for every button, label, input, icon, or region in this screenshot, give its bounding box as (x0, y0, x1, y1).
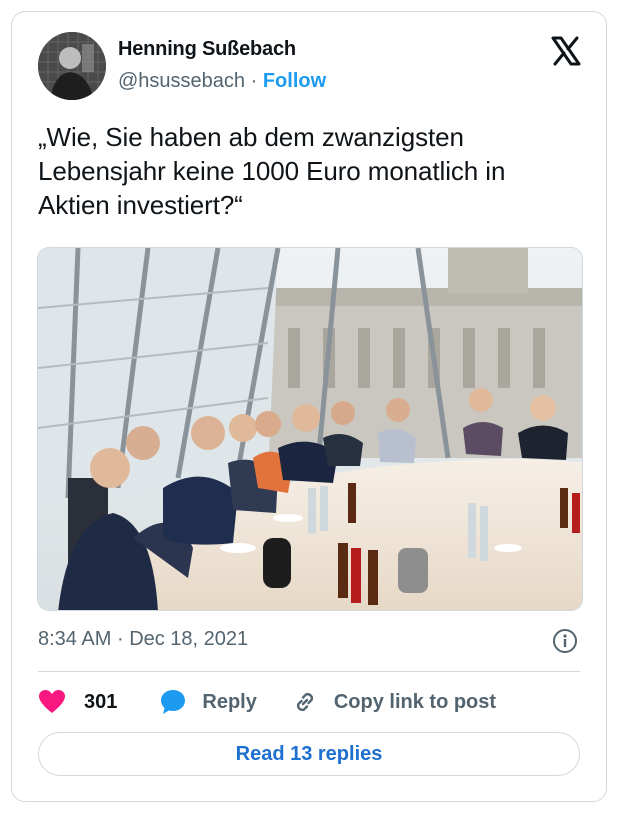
tweet-time: 8:34 AM (38, 628, 112, 650)
divider (38, 671, 580, 672)
timestamp-separator: · (116, 628, 124, 650)
tweet-photo[interactable] (37, 247, 583, 611)
tweet-text: „Wie, Sie haben ab dem zwanzigsten Leben… (38, 120, 588, 222)
reply-label: Reply (202, 690, 257, 713)
action-bar: 301 Reply Copy link to post (38, 686, 496, 718)
reply-button[interactable]: Reply (159, 688, 257, 716)
tweet-timestamp[interactable]: 8:34 AM · Dec 18, 2021 (38, 628, 248, 651)
tweet-text-line: Lebensjahr keine 1000 Euro monatlich in (38, 156, 506, 186)
copy-link-label: Copy link to post (333, 690, 497, 713)
tweet-card: Henning Sußebach @hsussebach · Follow „W… (11, 11, 607, 802)
speech-bubble-icon (159, 688, 187, 716)
like-count: 301 (84, 690, 118, 713)
handle-separator: · (250, 70, 258, 92)
link-icon (291, 688, 319, 716)
author-handle[interactable]: @hsussebach (118, 70, 245, 92)
copy-link-button[interactable]: Copy link to post (291, 688, 496, 716)
like-button[interactable]: 301 (38, 689, 117, 715)
follow-link[interactable]: Follow (263, 70, 326, 92)
read-replies-button[interactable]: Read 13 replies (38, 732, 580, 776)
x-logo-icon[interactable] (550, 35, 582, 67)
tweet-text-line: Aktien investiert?“ (38, 190, 243, 220)
author-handle-row: @hsussebach · Follow (118, 70, 326, 93)
tweet-text-line: „Wie, Sie haben ab dem zwanzigsten (38, 122, 464, 152)
info-icon[interactable] (552, 628, 578, 654)
author-name[interactable]: Henning Sußebach (118, 38, 296, 61)
heart-icon (38, 689, 66, 715)
avatar[interactable] (38, 32, 106, 100)
tweet-date: Dec 18, 2021 (129, 628, 249, 650)
